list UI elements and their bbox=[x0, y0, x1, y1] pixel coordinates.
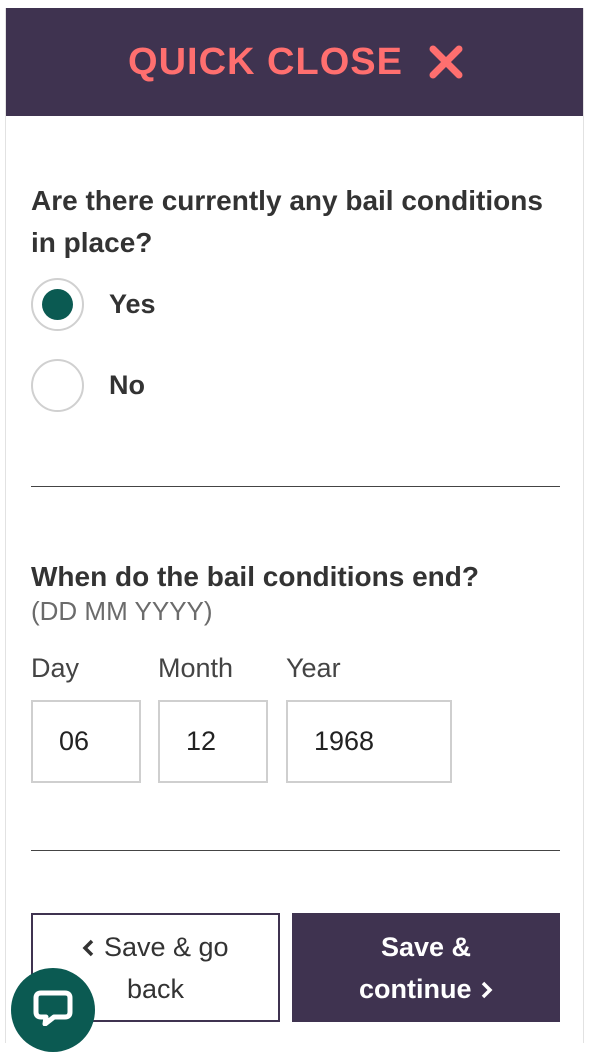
back-label-line2: back bbox=[126, 973, 185, 1004]
chat-button[interactable] bbox=[11, 968, 95, 1052]
section-divider bbox=[31, 486, 560, 487]
chevron-right-icon bbox=[481, 982, 493, 999]
radio-yes-circle[interactable] bbox=[31, 277, 84, 331]
close-icon bbox=[429, 45, 463, 79]
radio-no-circle[interactable] bbox=[31, 358, 84, 412]
year-label: Year bbox=[286, 653, 341, 683]
section-divider-2 bbox=[31, 850, 560, 851]
radio-no[interactable]: No bbox=[31, 358, 145, 412]
quick-close-label: QUICK CLOSE bbox=[128, 40, 403, 83]
date-format-hint: (DD MM YYYY) bbox=[31, 596, 213, 626]
day-input[interactable] bbox=[31, 700, 141, 783]
continue-label-line2: continue bbox=[358, 973, 472, 1004]
radio-yes[interactable]: Yes bbox=[31, 277, 156, 331]
radio-yes-label: Yes bbox=[109, 288, 156, 319]
continue-label-line1: Save & bbox=[380, 931, 472, 962]
bail-question: Are there currently any bail conditions … bbox=[31, 185, 543, 258]
month-input[interactable] bbox=[158, 700, 268, 783]
chat-icon bbox=[33, 990, 73, 1026]
save-and-continue-text: Save & continue bbox=[359, 926, 493, 1010]
month-label: Month bbox=[158, 653, 234, 683]
quick-close-button[interactable]: QUICK CLOSE bbox=[6, 8, 583, 116]
day-label: Day bbox=[31, 653, 80, 683]
year-input[interactable] bbox=[286, 700, 452, 783]
radio-no-label: No bbox=[109, 369, 145, 400]
save-and-continue-button[interactable]: Save & continue bbox=[292, 913, 560, 1022]
back-label-line1: Save & go bbox=[103, 931, 229, 962]
radio-selected-dot bbox=[42, 288, 73, 320]
end-date-question: When do the bail conditions end? bbox=[31, 561, 479, 592]
page-frame: QUICK CLOSE Are there currently any bail… bbox=[5, 8, 584, 1043]
chevron-left-icon bbox=[82, 940, 94, 957]
save-and-go-back-text: Save & go back bbox=[82, 926, 229, 1010]
